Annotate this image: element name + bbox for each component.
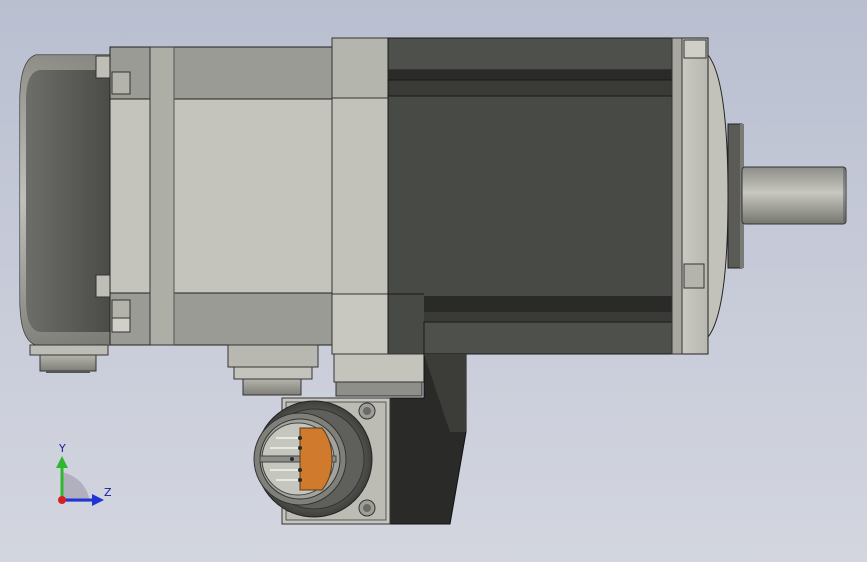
x-axis-dot — [58, 496, 66, 504]
model-view[interactable]: Y Z — [0, 0, 867, 562]
z-axis-label: Z — [104, 486, 112, 499]
encoder-connector-stud — [29, 344, 109, 373]
cad-graphics-viewport[interactable]: Y Z — [0, 0, 867, 562]
coordinate-triad: Y Z — [56, 442, 112, 506]
encoder-housing — [109, 46, 333, 346]
encoder-cap — [19, 54, 113, 346]
brake-connector-stud — [227, 344, 319, 396]
y-axis-label: Y — [58, 442, 66, 455]
front-flange — [671, 37, 744, 355]
output-shaft — [741, 166, 847, 225]
power-connector-stud — [333, 353, 425, 397]
motor-body — [387, 37, 673, 355]
power-plug-socket — [253, 400, 373, 518]
triad-plane-icon — [62, 472, 90, 502]
